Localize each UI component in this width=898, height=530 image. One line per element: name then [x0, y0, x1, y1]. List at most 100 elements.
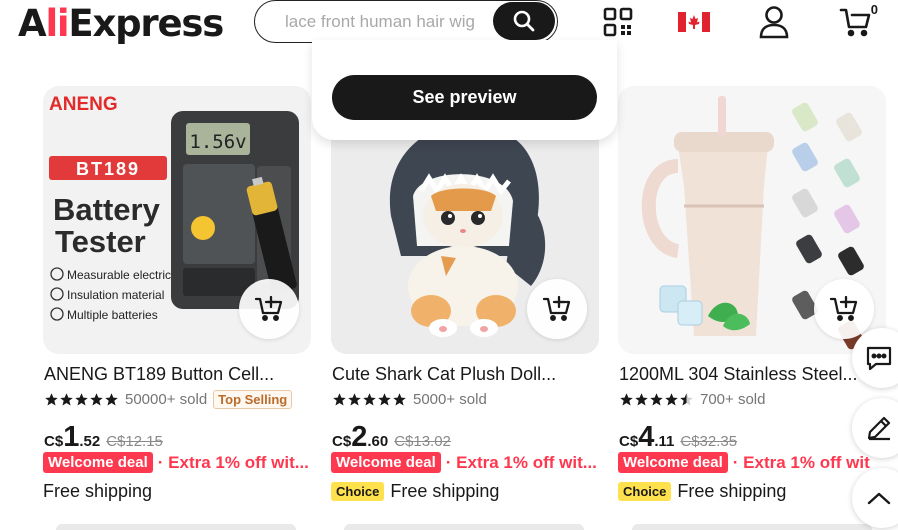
chevron-up-icon	[867, 492, 891, 505]
price-currency: C$	[332, 433, 352, 450]
search-bar	[254, 0, 558, 43]
image-line2: Tester	[55, 224, 146, 259]
product-title[interactable]: Cute Shark Cat Plush Doll...	[332, 364, 600, 385]
price-currency: C$	[44, 433, 64, 450]
product-rating: 700+ sold	[619, 389, 765, 409]
star-icon	[363, 392, 376, 405]
price-cents: .52	[79, 433, 101, 450]
shipping-text: Free shipping	[43, 481, 153, 501]
add-to-cart-button[interactable]	[814, 279, 874, 339]
choice-badge: Choice	[618, 482, 672, 501]
star-icon	[348, 392, 361, 405]
sold-count: 50000+ sold	[125, 390, 208, 408]
extra-discount-text: · Extra 1% off wit...	[445, 452, 597, 472]
product-title[interactable]: 1200ML 304 Stainless Steel...	[619, 364, 887, 385]
shipping-row: Choice Free shipping	[618, 481, 786, 502]
original-price: C$13.02	[394, 433, 451, 450]
shipping-text: Free shipping	[390, 481, 500, 501]
welcome-deal-badge: Welcome deal	[43, 452, 153, 473]
account-button[interactable]	[756, 4, 792, 40]
add-to-cart-button[interactable]	[527, 279, 587, 339]
image-feature-1: Measurable electricity	[67, 268, 183, 282]
logo-prefix: A	[18, 2, 47, 45]
star-icon	[60, 392, 73, 405]
sold-count: 700+ sold	[700, 390, 766, 408]
add-to-cart-button[interactable]	[239, 279, 299, 339]
deal-row: Welcome deal · Extra 1% off wit...	[43, 452, 311, 473]
next-product-card-peek	[632, 524, 872, 530]
add-to-cart-icon	[542, 295, 571, 321]
cart-icon	[839, 8, 871, 37]
aliexpress-logo[interactable]: AliExpress	[18, 2, 224, 46]
product-card[interactable]: 1200ML 304 Stainless Steel... 700+ sold …	[618, 86, 888, 516]
star-icon	[45, 392, 58, 405]
star-icon	[333, 392, 346, 405]
region-selector[interactable]	[676, 4, 712, 40]
star-icon	[620, 392, 633, 405]
welcome-deal-badge: Welcome deal	[618, 452, 728, 473]
search-button[interactable]	[493, 2, 555, 40]
rating-stars	[332, 392, 407, 407]
price-whole: 4	[638, 421, 655, 453]
add-to-cart-icon	[829, 295, 858, 321]
price-currency: C$	[619, 433, 639, 450]
rating-stars	[619, 392, 694, 407]
price-whole: 2	[351, 421, 368, 453]
preview-popup: See preview	[312, 40, 617, 140]
logo-suffix: Express	[68, 2, 224, 45]
product-price: C$ 2 .60 C$13.02	[332, 422, 451, 452]
image-model: BT189	[76, 159, 140, 179]
cart-count: 0	[870, 2, 878, 17]
edit-icon	[867, 416, 891, 441]
product-price: C$ 4 .11 C$32.35	[619, 422, 737, 452]
extra-discount-text: · Extra 1% off wit...	[157, 452, 309, 472]
image-brand: ANENG	[49, 94, 118, 115]
extra-discount-text: · Extra 1% off wit	[732, 452, 870, 472]
logo-accent: li	[45, 2, 69, 45]
account-icon	[759, 6, 789, 39]
shipping-row: Free shipping	[43, 481, 152, 502]
image-feature-3: Multiple batteries	[67, 308, 158, 322]
image-feature-2: Insulation material	[67, 288, 164, 302]
search-input[interactable]	[285, 10, 495, 34]
price-cents: .60	[367, 433, 389, 450]
product-card[interactable]: ANENG BT189 Battery Tester Measurable el…	[43, 86, 313, 516]
shipping-row: Choice Free shipping	[331, 481, 499, 502]
next-product-card-peek	[344, 524, 584, 530]
product-card[interactable]: Cute Shark Cat Plush Doll... 5000+ sold …	[331, 86, 601, 516]
top-selling-badge: Top Selling	[213, 389, 293, 409]
cart-button[interactable]: 0	[838, 2, 878, 40]
star-icon	[90, 392, 103, 405]
sold-count: 5000+ sold	[413, 390, 487, 408]
chat-icon	[866, 346, 892, 371]
price-cents: .11	[654, 433, 675, 450]
canada-flag-icon	[678, 12, 710, 32]
star-icon	[635, 392, 648, 405]
image-screen: 1.56v	[189, 131, 246, 153]
rating-stars	[44, 392, 119, 407]
search-icon	[513, 10, 535, 32]
price-whole: 1	[63, 421, 80, 453]
deal-row: Welcome deal · Extra 1% off wit...	[331, 452, 599, 473]
star-icon	[393, 392, 406, 405]
product-rating: 5000+ sold	[332, 389, 487, 409]
image-line1: Battery	[53, 192, 161, 227]
choice-badge: Choice	[331, 482, 385, 501]
deal-row: Welcome deal · Extra 1% off wit	[618, 452, 886, 473]
product-rating: 50000+ sold Top Selling	[44, 389, 293, 409]
star-half-icon	[680, 392, 693, 405]
see-preview-button[interactable]: See preview	[332, 75, 597, 120]
shipping-text: Free shipping	[677, 481, 787, 501]
original-price: C$12.15	[106, 433, 163, 450]
back-to-top-button[interactable]	[852, 468, 898, 528]
star-icon	[75, 392, 88, 405]
product-title[interactable]: ANENG BT189 Button Cell...	[44, 364, 312, 385]
add-to-cart-icon	[254, 295, 283, 321]
product-price: C$ 1 .52 C$12.15	[44, 422, 163, 452]
star-icon	[650, 392, 663, 405]
welcome-deal-badge: Welcome deal	[331, 452, 441, 473]
star-icon	[665, 392, 678, 405]
original-price: C$32.35	[680, 433, 738, 450]
qr-code-button[interactable]	[600, 4, 636, 40]
star-icon	[378, 392, 391, 405]
